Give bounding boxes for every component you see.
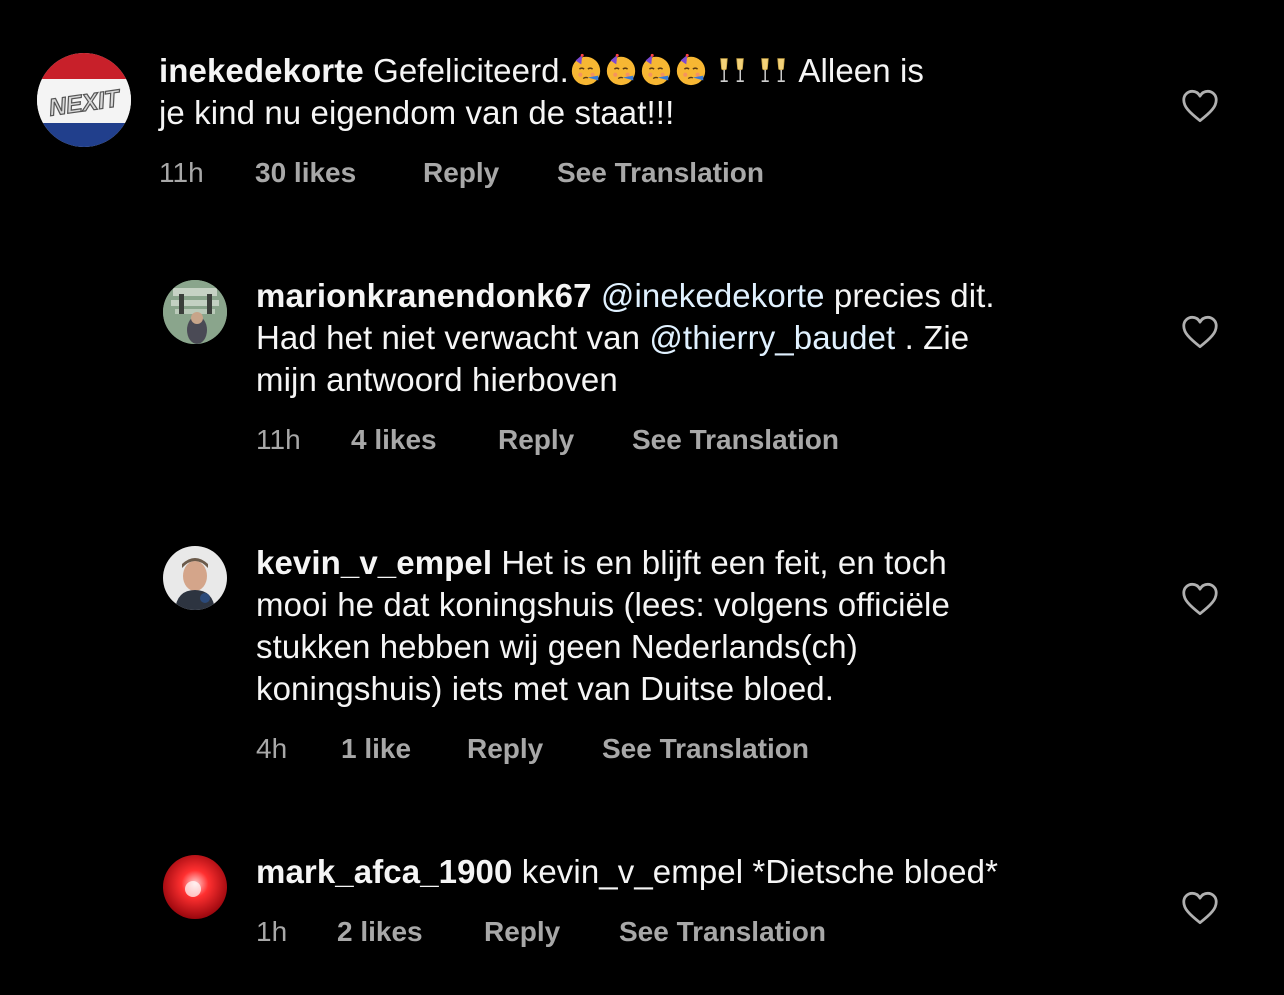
likes-count[interactable]: 4 likes [351, 424, 437, 456]
timestamp[interactable]: 4h [256, 733, 287, 765]
avatar-image [163, 855, 227, 919]
comment-meta: 1h 2 likes Reply See Translation [0, 916, 1284, 950]
mention-link[interactable]: @thierry_baudet [649, 319, 895, 356]
comment-text: mark_afca_1900 kevin_v_empel *Dietsche b… [256, 853, 999, 890]
avatar-nexit-flag: NEXIT [37, 53, 131, 147]
see-translation-button[interactable]: See Translation [619, 916, 826, 948]
comment-text: marionkranendonk67 @inekedekorte precies… [256, 277, 995, 398]
heart-icon[interactable] [1181, 315, 1219, 349]
likes-count[interactable]: 1 like [341, 733, 411, 765]
avatar[interactable] [163, 855, 227, 919]
partying-face-icon [569, 52, 604, 89]
likes-count[interactable]: 2 likes [337, 916, 423, 948]
comment-meta: 11h 30 likes Reply See Translation [0, 157, 1284, 191]
partying-face-icon [604, 52, 639, 89]
heart-icon[interactable] [1181, 582, 1219, 616]
comment-text: kevin_v_empel Het is en blijft een feit,… [256, 544, 950, 707]
reply-button[interactable]: Reply [423, 157, 499, 189]
username[interactable]: marionkranendonk67 [256, 277, 592, 314]
avatar-image [163, 280, 227, 344]
heart-icon[interactable] [1181, 891, 1219, 925]
username[interactable]: inekedekorte [159, 52, 364, 89]
clinking-glasses-icon [715, 52, 750, 89]
avatar[interactable]: NEXIT [37, 53, 131, 147]
see-translation-button[interactable]: See Translation [557, 157, 764, 189]
comment-text: inekedekorte Gefeliciteerd. Alleen is je… [159, 52, 924, 131]
partying-face-icon [639, 52, 674, 89]
username[interactable]: kevin_v_empel [256, 544, 492, 581]
reply-button[interactable]: Reply [498, 424, 574, 456]
likes-count[interactable]: 30 likes [255, 157, 356, 189]
avatar[interactable] [163, 546, 227, 610]
comment-meta: 11h 4 likes Reply See Translation [0, 424, 1284, 458]
reply-button[interactable]: Reply [484, 916, 560, 948]
see-translation-button[interactable]: See Translation [632, 424, 839, 456]
see-translation-button[interactable]: See Translation [602, 733, 809, 765]
emoji-row [569, 52, 791, 89]
avatar[interactable] [163, 280, 227, 344]
mention-link[interactable]: @inekedekorte [601, 277, 825, 314]
username[interactable]: mark_afca_1900 [256, 853, 512, 890]
timestamp[interactable]: 1h [256, 916, 287, 948]
avatar-image [163, 546, 227, 610]
comment-meta: 4h 1 like Reply See Translation [0, 733, 1284, 767]
reply-button[interactable]: Reply [467, 733, 543, 765]
timestamp[interactable]: 11h [256, 424, 301, 456]
partying-face-icon [674, 52, 709, 89]
clinking-glasses-icon [756, 52, 791, 89]
timestamp[interactable]: 11h [159, 157, 204, 189]
heart-icon[interactable] [1181, 89, 1219, 123]
